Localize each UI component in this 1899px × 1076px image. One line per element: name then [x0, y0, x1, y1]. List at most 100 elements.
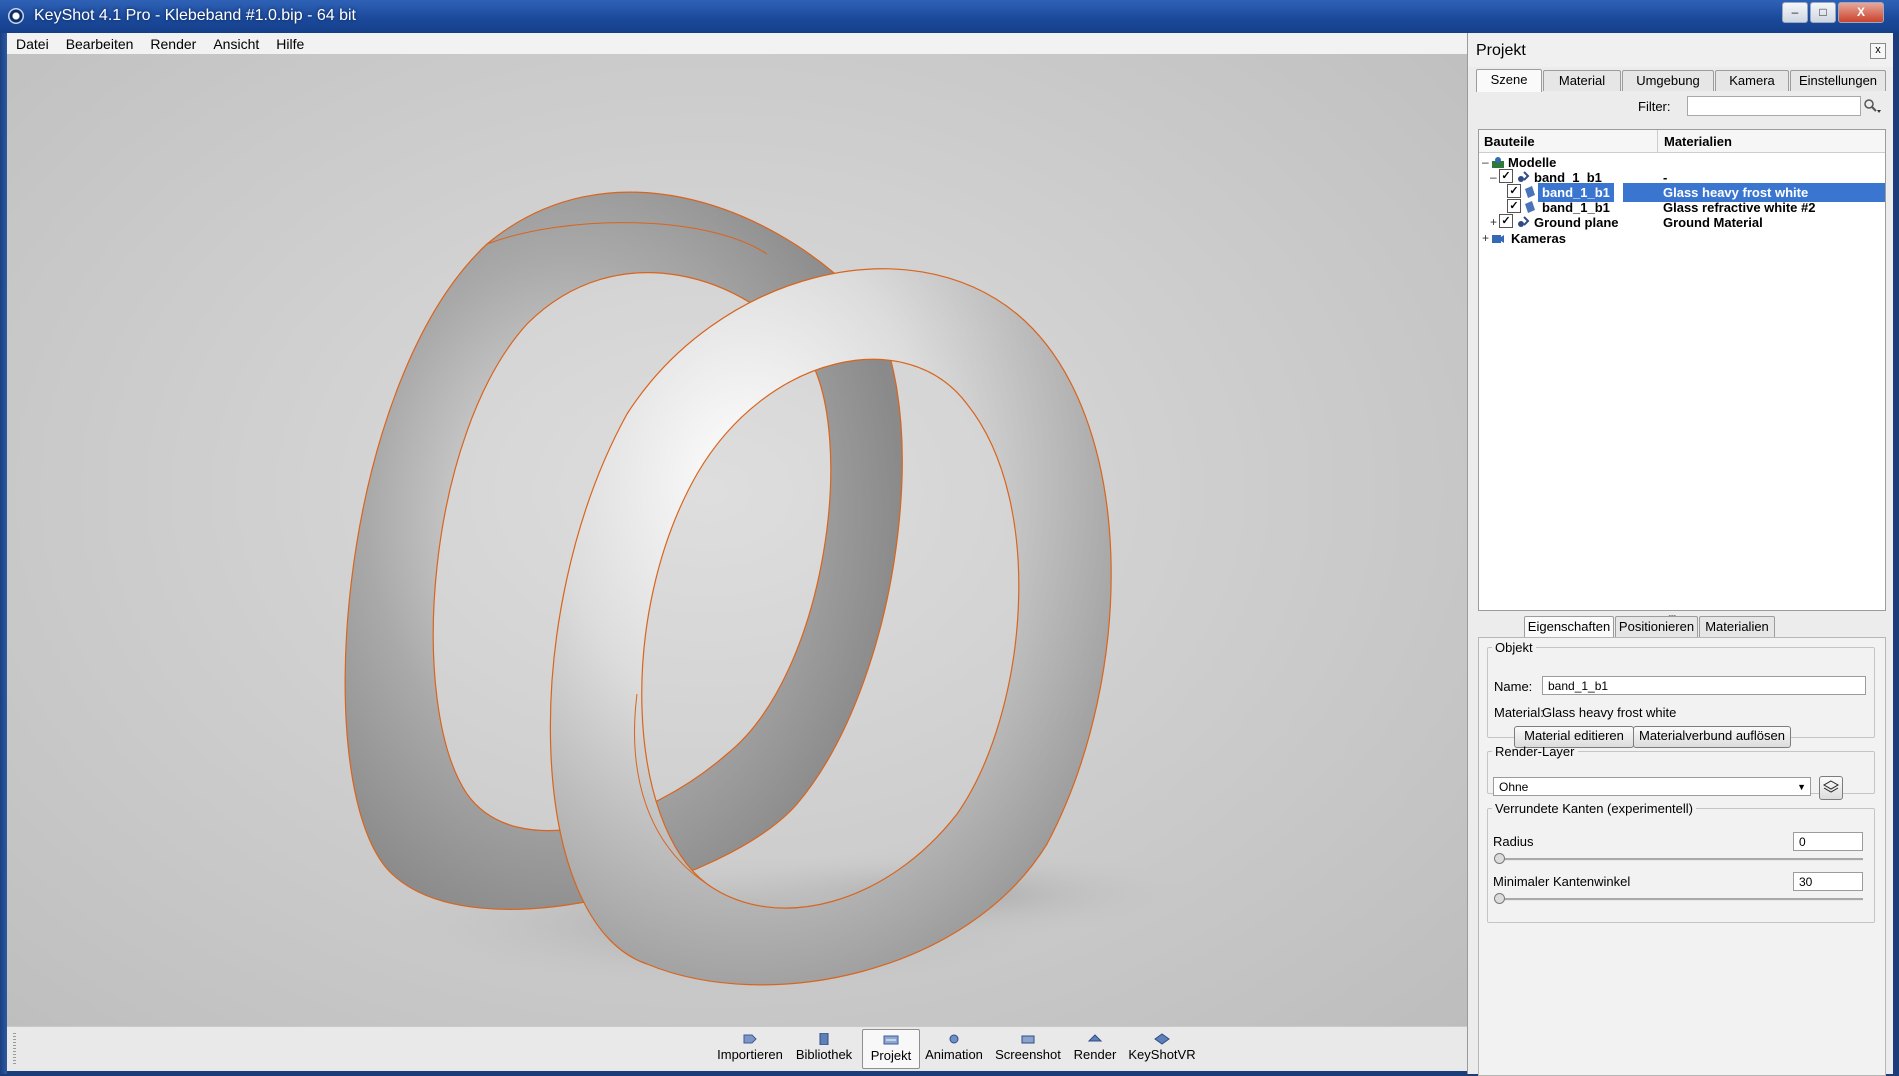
- menu-ansicht[interactable]: Ansicht: [204, 33, 267, 53]
- panel-close-button[interactable]: x: [1870, 43, 1886, 59]
- part-icon: [1525, 186, 1535, 198]
- keyshot-app-icon: [8, 8, 24, 24]
- toolbar-label: Importieren: [717, 1047, 783, 1062]
- tab-positionieren[interactable]: Positionieren: [1615, 616, 1698, 637]
- expand-toggle[interactable]: +: [1482, 231, 1490, 245]
- scene-tree: Bauteile Materialien – Modelle – ✓ band_…: [1478, 129, 1886, 611]
- tab-material[interactable]: Material: [1543, 70, 1621, 91]
- toolbar-render-button[interactable]: Render: [1071, 1029, 1119, 1067]
- object-name-input[interactable]: band_1_b1: [1542, 676, 1866, 695]
- render-layer-title: Render-Layer: [1495, 744, 1575, 759]
- screenshot-icon: [1021, 1035, 1035, 1044]
- filter-label: Filter:: [1638, 99, 1671, 114]
- toolbar-label: Projekt: [870, 1048, 912, 1063]
- render-viewport[interactable]: [7, 54, 1467, 1026]
- close-button[interactable]: X: [1838, 2, 1884, 23]
- project-icon: [883, 1035, 899, 1045]
- name-label: Name:: [1494, 679, 1533, 694]
- render-layer-group: Render-Layer Ohne ▼: [1487, 744, 1875, 800]
- library-icon: [819, 1033, 829, 1045]
- render-layer-value: Ohne: [1499, 780, 1529, 794]
- filter-row: Filter:: [1476, 93, 1883, 121]
- tree-item-material: Ground Material: [1663, 215, 1763, 230]
- object-group: Objekt Name: band_1_b1 Material: Glass h…: [1487, 640, 1875, 748]
- model-icon: [1518, 171, 1530, 182]
- toolbar-projekt-button[interactable]: Projekt: [862, 1029, 920, 1069]
- minimize-button[interactable]: –: [1782, 2, 1808, 23]
- angle-label: Minimaler Kantenwinkel: [1493, 874, 1631, 889]
- render-layer-select[interactable]: Ohne ▼: [1493, 777, 1811, 796]
- layers-icon: [1822, 780, 1840, 793]
- toolbar-label: Render: [1073, 1047, 1117, 1062]
- part-icon: [1525, 201, 1535, 213]
- panel-header: Projekt x: [1468, 33, 1893, 67]
- visibility-checkbox[interactable]: ✓: [1507, 199, 1521, 213]
- properties-pane: Objekt Name: band_1_b1 Material: Glass h…: [1478, 637, 1886, 1076]
- render-icon: [1087, 1034, 1103, 1042]
- maximize-button[interactable]: □: [1810, 2, 1836, 23]
- material-value: Glass heavy frost white: [1542, 705, 1677, 720]
- keyshotvr-icon: [1154, 1033, 1170, 1045]
- angle-slider-track[interactable]: [1496, 898, 1863, 901]
- menu-hilfe[interactable]: Hilfe: [267, 33, 312, 53]
- window-title: KeyShot 4.1 Pro - Klebeband #1.0.bip - 6…: [34, 7, 356, 24]
- toolbar-label: Animation: [925, 1047, 983, 1062]
- radius-input[interactable]: 0: [1793, 832, 1863, 851]
- layer-manager-button[interactable]: [1819, 776, 1843, 800]
- panel-title: Projekt: [1476, 42, 1526, 59]
- rounded-edges-title: Verrundete Kanten (experimentell): [1495, 801, 1694, 816]
- material-label: Material:: [1494, 705, 1544, 720]
- title-bar: KeyShot 4.1 Pro - Klebeband #1.0.bip - 6…: [0, 0, 1899, 33]
- toolbar-bibliothek-button[interactable]: Bibliothek: [794, 1029, 854, 1067]
- import-icon: [743, 1034, 757, 1044]
- visibility-checkbox[interactable]: ✓: [1499, 169, 1513, 183]
- chevron-down-icon: ▼: [1797, 782, 1806, 792]
- angle-input[interactable]: 30: [1793, 872, 1863, 891]
- scene-render: [344, 191, 1197, 994]
- toolbar-screenshot-button[interactable]: Screenshot: [993, 1029, 1063, 1067]
- tab-eigenschaften[interactable]: Eigenschaften: [1524, 616, 1614, 639]
- column-bauteile[interactable]: Bauteile: [1484, 134, 1535, 149]
- project-tabs: Szene Material Umgebung Kamera Einstellu…: [1476, 69, 1886, 92]
- tree-row-kameras[interactable]: + Kameras: [1479, 229, 1885, 247]
- object-group-title: Objekt: [1495, 640, 1533, 655]
- visibility-checkbox[interactable]: ✓: [1507, 184, 1521, 198]
- toolbar-label: KeyShotVR: [1128, 1047, 1196, 1062]
- bottom-toolbar: Importieren Bibliothek Projekt Animation…: [7, 1026, 1467, 1071]
- toolbar-importieren-button[interactable]: Importieren: [714, 1029, 786, 1067]
- tab-kamera[interactable]: Kamera: [1715, 70, 1789, 91]
- toolbar-label: Screenshot: [995, 1047, 1061, 1062]
- radius-label: Radius: [1493, 834, 1534, 849]
- radius-slider-handle[interactable]: [1494, 853, 1505, 864]
- menu-bearbeiten[interactable]: Bearbeiten: [57, 33, 142, 53]
- search-icon[interactable]: [1862, 97, 1882, 115]
- radius-slider-track[interactable]: [1496, 858, 1863, 861]
- project-panel: Projekt x Szene Material Umgebung Kamera…: [1467, 33, 1893, 1076]
- tab-szene[interactable]: Szene: [1476, 69, 1542, 92]
- collapse-toggle[interactable]: –: [1490, 170, 1498, 184]
- models-icon: [1492, 157, 1504, 168]
- column-materialien[interactable]: Materialien: [1664, 134, 1732, 149]
- animation-icon: [949, 1034, 959, 1044]
- column-separator: [1657, 130, 1658, 152]
- tab-einstellungen[interactable]: Einstellungen: [1790, 70, 1886, 91]
- angle-slider-handle[interactable]: [1494, 893, 1505, 904]
- toolbar-grip[interactable]: [13, 1033, 16, 1065]
- property-tabs: Eigenschaften Positionieren Materialien: [1524, 616, 1864, 639]
- window-frame: [0, 33, 7, 1074]
- toolbar-animation-button[interactable]: Animation: [923, 1029, 985, 1067]
- collapse-toggle[interactable]: –: [1482, 155, 1490, 169]
- cameras-icon: [1492, 235, 1504, 243]
- filter-input[interactable]: [1687, 96, 1861, 116]
- menu-render[interactable]: Render: [141, 33, 204, 53]
- tree-item-label: Ground plane: [1534, 215, 1619, 230]
- visibility-checkbox[interactable]: ✓: [1499, 214, 1513, 228]
- expand-toggle[interactable]: +: [1490, 215, 1498, 229]
- model-icon: [1518, 216, 1530, 227]
- tab-materialien[interactable]: Materialien: [1699, 616, 1775, 637]
- toolbar-keyshotvr-button[interactable]: KeyShotVR: [1127, 1029, 1197, 1067]
- menu-datei[interactable]: Datei: [7, 33, 57, 53]
- tab-umgebung[interactable]: Umgebung: [1622, 70, 1714, 91]
- tree-item-label: Kameras: [1511, 231, 1566, 246]
- tree-header: Bauteile Materialien: [1479, 130, 1885, 153]
